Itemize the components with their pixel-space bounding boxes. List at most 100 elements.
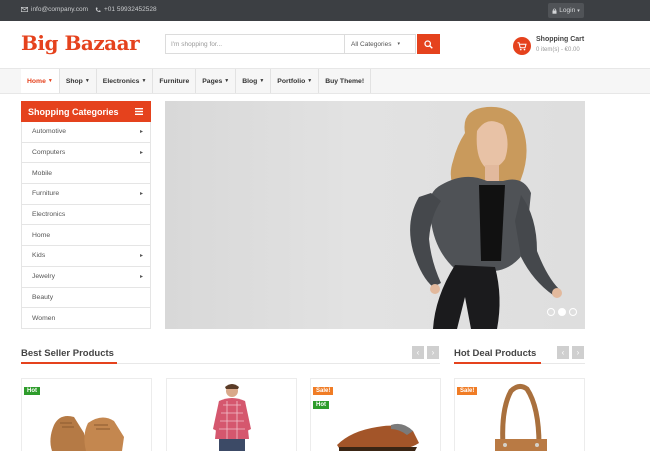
- site-header: Big Bazaar All Categories ▾ Shopping Car…: [0, 21, 650, 68]
- sidebar-item-mobile[interactable]: Mobile: [21, 163, 151, 185]
- sidebar-item-label: Automotive: [32, 128, 67, 136]
- best-seller-title: Best Seller Products: [21, 348, 114, 359]
- hot-deal-title: Hot Deal Products: [454, 348, 537, 359]
- search-input[interactable]: [165, 34, 345, 54]
- chevron-right-icon: ›: [431, 348, 435, 357]
- product-card[interactable]: Hot: [21, 378, 152, 451]
- search-bar: All Categories ▾: [165, 34, 440, 54]
- chevron-right-icon: ▸: [139, 191, 143, 198]
- sidebar-item-furniture[interactable]: Furniture ▸: [21, 184, 151, 205]
- sidebar-item-label: Women: [32, 314, 56, 322]
- category-select-value: All Categories: [351, 40, 392, 48]
- nav-item-buy-theme[interactable]: Buy Theme!: [319, 69, 372, 93]
- product-image-shoe: [337, 423, 419, 451]
- product-image-shirt-model: [213, 384, 251, 451]
- sidebar-item-label: Kids: [32, 252, 46, 260]
- nav-label: Blog: [242, 77, 258, 85]
- chevron-down-icon: ▼: [259, 78, 265, 84]
- top-bar: info@company.com +01 59932452528 Login ▾: [0, 0, 650, 21]
- main-nav: Home ▼ Shop ▼ Electronics ▼ Furniture Pages…: [0, 68, 650, 94]
- lock-icon: [552, 7, 557, 14]
- sidebar-item-label: Beauty: [32, 293, 54, 301]
- topbar-email[interactable]: info@company.com: [21, 6, 88, 13]
- sidebar-item-beauty[interactable]: Beauty: [21, 287, 151, 309]
- nav-item-shop[interactable]: Shop ▼: [60, 69, 97, 93]
- chevron-left-icon: ‹: [561, 348, 565, 357]
- chevron-down-icon: ▼: [307, 78, 313, 84]
- topbar-phone-text: +01 59932452528: [104, 6, 157, 13]
- hot-deal-prev-button[interactable]: ‹: [557, 346, 569, 359]
- section-divider: [117, 363, 440, 364]
- sidebar-item-label: Furniture: [32, 190, 60, 198]
- nav-item-furniture[interactable]: Furniture: [153, 69, 197, 93]
- hot-deal-underline: [454, 362, 541, 364]
- nav-item-pages[interactable]: Pages ▼: [196, 69, 237, 93]
- best-seller-next-button[interactable]: ›: [427, 346, 439, 359]
- category-sidebar: Shopping Categories Automotive ▸ Computer…: [21, 101, 151, 329]
- search-button[interactable]: [417, 34, 440, 54]
- chevron-down-icon: ▾: [397, 41, 400, 47]
- product-card[interactable]: Sale!: [454, 378, 585, 451]
- nav-item-electronics[interactable]: Electronics ▼: [97, 69, 154, 93]
- nav-label: Pages: [202, 77, 223, 85]
- nav-label: Buy Theme!: [325, 77, 365, 85]
- sidebar-item-computers[interactable]: Computers ▸: [21, 142, 151, 164]
- chevron-right-icon: ▸: [139, 149, 143, 156]
- hero-slider[interactable]: [165, 101, 585, 329]
- chevron-down-icon: ▼: [47, 78, 53, 84]
- chevron-down-icon: ▼: [224, 78, 230, 84]
- hot-deal-next-button[interactable]: ›: [572, 346, 584, 359]
- product-card[interactable]: Sale! Hot: [310, 378, 441, 451]
- sidebar-header: Shopping Categories: [21, 101, 151, 122]
- envelope-icon: [21, 7, 28, 12]
- sidebar-item-label: Jewelry: [32, 273, 56, 281]
- chevron-right-icon: ▸: [139, 253, 143, 260]
- chevron-down-icon: ▾: [577, 7, 580, 14]
- nav-label: Furniture: [159, 77, 190, 85]
- slider-pagination: [547, 308, 577, 316]
- topbar-email-text: info@company.com: [31, 6, 89, 13]
- topbar-phone: +01 59932452528: [95, 6, 157, 13]
- sidebar-item-women[interactable]: Women: [21, 308, 151, 329]
- sidebar-item-home[interactable]: Home: [21, 225, 151, 247]
- section-divider: [541, 363, 585, 364]
- slider-dot[interactable]: [547, 308, 555, 316]
- product-image-handbag: [495, 383, 547, 451]
- sidebar-item-automotive[interactable]: Automotive ▸: [21, 122, 151, 143]
- login-button[interactable]: Login ▾: [548, 3, 584, 18]
- slider-dot-active[interactable]: [558, 308, 566, 316]
- phone-icon: [95, 7, 101, 12]
- best-seller-underline: [21, 362, 117, 364]
- cart-icon: [513, 37, 531, 55]
- nav-label: Shop: [65, 77, 83, 85]
- chevron-left-icon: ‹: [416, 348, 420, 357]
- sidebar-item-label: Mobile: [32, 169, 53, 177]
- product-card[interactable]: [166, 378, 297, 451]
- product-image-shoes: [50, 416, 124, 451]
- hero-model-image: [410, 106, 562, 329]
- nav-label: Electronics: [102, 77, 140, 85]
- nav-label: Home: [27, 77, 46, 85]
- sidebar-item-electronics[interactable]: Electronics: [21, 204, 151, 226]
- chevron-down-icon: ▼: [84, 78, 90, 84]
- sidebar-item-kids[interactable]: Kids ▸: [21, 246, 151, 267]
- sidebar-item-jewelry[interactable]: Jewelry ▸: [21, 266, 151, 288]
- slider-dot[interactable]: [569, 308, 577, 316]
- sidebar-item-label: Electronics: [32, 211, 66, 219]
- best-seller-prev-button[interactable]: ‹: [412, 346, 424, 359]
- nav-item-portfolio[interactable]: Portfolio ▼: [271, 69, 320, 93]
- nav-item-home[interactable]: Home ▼: [21, 69, 60, 93]
- shopping-cart[interactable]: Shopping Cart 0 item(s) - €0.00: [513, 35, 603, 61]
- category-select[interactable]: All Categories ▾: [344, 34, 416, 54]
- sidebar-item-label: Computers: [32, 149, 66, 157]
- chevron-down-icon: ▼: [141, 78, 147, 84]
- cart-title: Shopping Cart: [536, 36, 585, 43]
- chevron-right-icon: ›: [576, 348, 580, 357]
- list-icon: [135, 108, 143, 115]
- login-label: Login: [559, 7, 576, 14]
- chevron-right-icon: ▸: [139, 129, 143, 135]
- cart-summary: 0 item(s) - €0.00: [536, 47, 580, 53]
- nav-item-blog[interactable]: Blog ▼: [236, 69, 272, 93]
- sidebar-title: Shopping Categories: [28, 106, 119, 117]
- logo[interactable]: Big Bazaar: [21, 31, 140, 55]
